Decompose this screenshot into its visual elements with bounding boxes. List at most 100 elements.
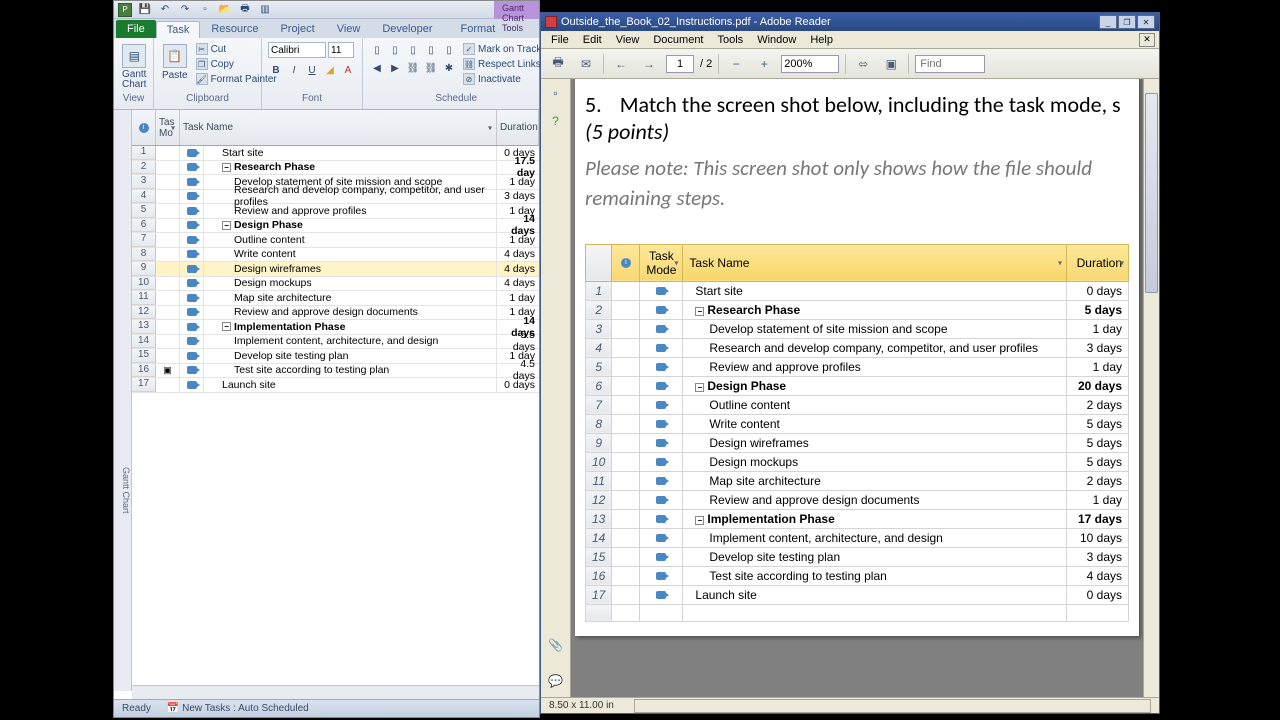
comments-panel-icon[interactable]: 💬: [546, 671, 566, 691]
print-button[interactable]: 🖶: [547, 53, 569, 75]
row-number[interactable]: 16: [132, 364, 156, 378]
row-number[interactable]: 11: [132, 291, 156, 305]
font-name-select[interactable]: [268, 42, 326, 58]
task-row[interactable]: 4Research and develop company, competito…: [132, 190, 539, 205]
row-number[interactable]: 3: [132, 175, 156, 189]
cell-duration[interactable]: 0 days: [497, 378, 539, 392]
row-number[interactable]: 2: [132, 161, 156, 175]
inactivate-button[interactable]: ⊘Inactivate: [461, 72, 543, 86]
attachments-panel-icon[interactable]: 📎: [546, 635, 566, 655]
pct25-button[interactable]: ▯: [387, 42, 403, 58]
task-row[interactable]: 7Outline content1 day: [132, 233, 539, 248]
row-number[interactable]: 13: [132, 320, 156, 334]
print-icon[interactable]: 🖶: [238, 3, 252, 17]
pct50-button[interactable]: ▯: [405, 42, 421, 58]
cell-duration[interactable]: 1 day: [497, 233, 539, 247]
menu-tools[interactable]: Tools: [712, 33, 750, 47]
row-number[interactable]: 14: [132, 335, 156, 349]
open-icon[interactable]: 📂: [218, 3, 232, 17]
save-icon[interactable]: 💾: [138, 3, 152, 17]
task-row[interactable]: 9Design wireframes4 days: [132, 262, 539, 277]
menu-edit[interactable]: Edit: [577, 33, 608, 47]
row-number[interactable]: 8: [132, 248, 156, 262]
menu-window[interactable]: Window: [751, 33, 802, 47]
cell-duration[interactable]: 5.5 days: [497, 335, 539, 349]
close-button[interactable]: ✕: [1137, 15, 1155, 29]
task-row[interactable]: 2 −Research Phase17.5 day: [132, 161, 539, 176]
find-input[interactable]: [915, 55, 985, 73]
task-row[interactable]: 8Write content4 days: [132, 248, 539, 263]
cell-duration[interactable]: 4.5 days: [497, 364, 539, 378]
page-view[interactable]: 5. Match the screen shot below, includin…: [571, 79, 1143, 697]
mdi-close-button[interactable]: ✕: [1139, 33, 1155, 47]
task-row[interactable]: 5Review and approve profiles1 day: [132, 204, 539, 219]
tab-resource[interactable]: Resource: [200, 20, 269, 38]
cell-duration[interactable]: 17.5 day: [497, 161, 539, 175]
new-icon[interactable]: ▫: [198, 3, 212, 17]
row-number[interactable]: 9: [132, 262, 156, 276]
page-number-input[interactable]: [666, 55, 694, 73]
row-number[interactable]: 15: [132, 349, 156, 363]
next-page-button[interactable]: →: [638, 53, 660, 75]
cell-task-name[interactable]: Test site according to testing plan: [204, 364, 497, 378]
pct75-button[interactable]: ▯: [423, 42, 439, 58]
font-size-select[interactable]: [328, 42, 354, 58]
fill-color-button[interactable]: ◢: [322, 62, 338, 78]
email-button[interactable]: ✉: [575, 53, 597, 75]
col-task-name[interactable]: Task Name▾: [180, 110, 497, 145]
task-row[interactable]: 11 Map site architecture1 day: [132, 291, 539, 306]
task-row[interactable]: 14Implement content, architecture, and d…: [132, 335, 539, 350]
cell-task-name[interactable]: Review and approve design documents: [204, 306, 497, 320]
col-info[interactable]: i: [132, 110, 156, 145]
restore-button[interactable]: ❐: [1118, 15, 1136, 29]
italic-button[interactable]: I: [286, 62, 302, 78]
horizontal-scrollbar[interactable]: [132, 685, 539, 699]
signatures-panel-icon[interactable]: ?: [546, 111, 566, 131]
cell-task-name[interactable]: Develop site testing plan: [204, 349, 497, 363]
respect-links-button[interactable]: ⛓Respect Links: [461, 57, 543, 71]
task-row[interactable]: 10Design mockups4 days: [132, 277, 539, 292]
zoom-out-button[interactable]: −: [725, 53, 747, 75]
prev-page-button[interactable]: ←: [610, 53, 632, 75]
horizontal-scrollbar[interactable]: [634, 699, 1151, 713]
row-number[interactable]: 6: [132, 219, 156, 233]
col-duration[interactable]: Duration: [497, 110, 539, 145]
cell-task-name[interactable]: Design wireframes: [204, 262, 497, 276]
row-number[interactable]: 1: [132, 146, 156, 160]
gantt-chart-button[interactable]: ▤ Gantt Chart: [120, 42, 148, 92]
undo-icon[interactable]: ↶: [158, 3, 172, 17]
fit-page-button[interactable]: ▣: [880, 53, 902, 75]
pct100-button[interactable]: ▯: [441, 42, 457, 58]
pages-panel-icon[interactable]: ▫: [546, 83, 566, 103]
cell-task-name[interactable]: −Research Phase: [204, 161, 497, 175]
fit-width-button[interactable]: ⬄: [852, 53, 874, 75]
task-row[interactable]: 12Review and approve design documents1 d…: [132, 306, 539, 321]
tab-file[interactable]: File: [116, 20, 156, 38]
outline-toggle-icon[interactable]: −: [222, 221, 231, 230]
cell-task-name[interactable]: −Design Phase: [204, 219, 497, 233]
vertical-scrollbar[interactable]: [1143, 79, 1159, 697]
task-row[interactable]: 6−Design Phase14 days: [132, 219, 539, 234]
task-row[interactable]: 13−Implementation Phase14 days: [132, 320, 539, 335]
cell-task-name[interactable]: −Implementation Phase: [204, 320, 497, 334]
minimize-button[interactable]: _: [1099, 15, 1117, 29]
cell-task-name[interactable]: Design mockups: [204, 277, 497, 291]
link-button[interactable]: ⛓: [405, 60, 421, 76]
underline-button[interactable]: U: [304, 62, 320, 78]
outline-toggle-icon[interactable]: −: [222, 163, 231, 172]
cell-duration[interactable]: 1 day: [497, 175, 539, 189]
zoom-select[interactable]: [781, 55, 839, 73]
task-row[interactable]: 16▣Test site according to testing plan4.…: [132, 364, 539, 379]
cell-duration[interactable]: 1 day: [497, 291, 539, 305]
tab-task[interactable]: Task: [156, 21, 201, 38]
cell-task-name[interactable]: Map site architecture: [204, 291, 497, 305]
zoom-in-button[interactable]: +: [753, 53, 775, 75]
col-task-mode[interactable]: Tas Mo▾: [156, 110, 180, 145]
unlink-button[interactable]: ⛓: [423, 60, 439, 76]
cell-duration[interactable]: 3 days: [497, 190, 539, 204]
row-number[interactable]: 12: [132, 306, 156, 320]
pct0-button[interactable]: ▯: [369, 42, 385, 58]
row-number[interactable]: 10: [132, 277, 156, 291]
outline-toggle-icon[interactable]: −: [222, 322, 231, 331]
task-row[interactable]: 15Develop site testing plan1 day: [132, 349, 539, 364]
